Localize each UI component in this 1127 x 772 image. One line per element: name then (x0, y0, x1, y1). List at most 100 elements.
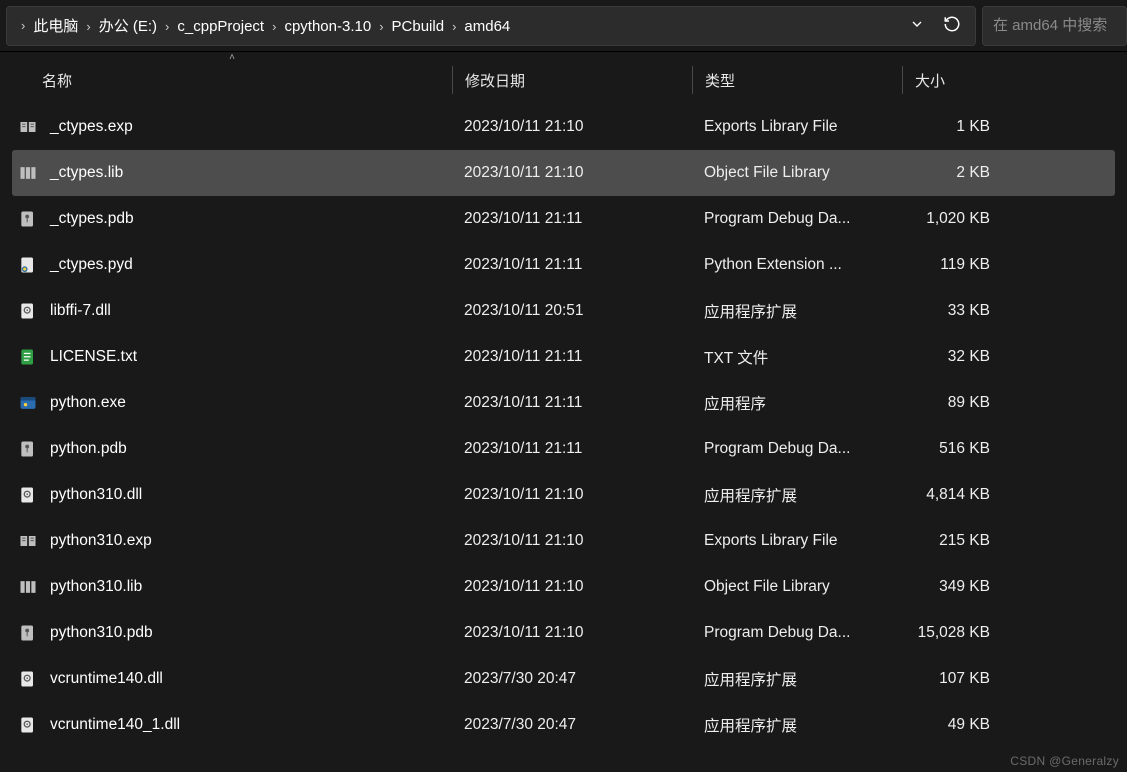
search-box[interactable] (982, 6, 1127, 46)
column-header-date[interactable]: 修改日期 (452, 66, 692, 94)
file-size: 119 KB (902, 256, 1022, 274)
file-date: 2023/10/11 21:11 (452, 210, 692, 228)
file-row[interactable]: _ctypes.lib 2023/10/11 21:10Object File L… (12, 150, 1115, 196)
breadcrumb-item[interactable]: 此电脑 (31, 14, 80, 39)
file-row[interactable]: python.exe 2023/10/11 21:11应用程序89 KB (12, 380, 1115, 426)
address-bar[interactable]: › 此电脑 › 办公 (E:) › c_cppProject › cpython-3.10 ›… (6, 6, 976, 46)
file-date: 2023/10/11 21:10 (452, 164, 692, 182)
file-name: vcruntime140_1.dll (50, 716, 180, 734)
sort-ascending-icon: ˄ (229, 52, 235, 63)
watermark: CSDN @Generalzy (1010, 754, 1119, 768)
pyd-file-icon (18, 255, 38, 275)
lib-file-icon (18, 577, 38, 597)
exp-file-icon (18, 531, 38, 551)
file-date: 2023/10/11 21:11 (452, 440, 692, 458)
file-size: 1,020 KB (902, 210, 1022, 228)
breadcrumb-item[interactable]: cpython-3.10 (282, 14, 373, 39)
file-size: 32 KB (902, 348, 1022, 366)
breadcrumb-item[interactable]: amd64 (462, 14, 512, 39)
column-header-name[interactable]: ˄ 名称 (12, 66, 452, 94)
chevron-right-icon: › (452, 19, 456, 34)
file-type: Program Debug Da... (692, 624, 902, 642)
file-row[interactable]: libffi-7.dll2023/10/11 20:51应用程序扩展33 KB (12, 288, 1115, 334)
file-size: 15,028 KB (902, 624, 1022, 642)
file-size: 215 KB (902, 532, 1022, 550)
file-row[interactable]: python.pdb 2023/10/11 21:11Program Debug … (12, 426, 1115, 472)
file-row[interactable]: LICENSE.txt2023/10/11 21:11TXT 文件32 KB (12, 334, 1115, 380)
file-row[interactable]: python310.dll 2023/10/11 21:10应用程序扩展4,814… (12, 472, 1115, 518)
file-row[interactable]: _ctypes.pdb 2023/10/11 21:11Program Debug… (12, 196, 1115, 242)
file-size: 89 KB (902, 394, 1022, 412)
file-name: python310.lib (50, 578, 142, 596)
dll-file-icon (18, 301, 38, 321)
column-header-size[interactable]: 大小 (902, 66, 1022, 94)
breadcrumb-item[interactable]: PCbuild (390, 14, 447, 39)
file-size: 33 KB (902, 302, 1022, 320)
pdb-file-icon (18, 209, 38, 229)
file-date: 2023/10/11 21:11 (452, 348, 692, 366)
exe-file-icon (18, 393, 38, 413)
file-name: _ctypes.exp (50, 118, 133, 136)
file-date: 2023/10/11 21:11 (452, 394, 692, 412)
file-type: Object File Library (692, 164, 902, 182)
file-type: Program Debug Da... (692, 440, 902, 458)
file-size: 49 KB (902, 716, 1022, 734)
chevron-right-icon: › (86, 19, 90, 34)
dll-file-icon (18, 485, 38, 505)
file-date: 2023/10/11 21:11 (452, 256, 692, 274)
file-date: 2023/10/11 21:10 (452, 624, 692, 642)
file-type: 应用程序扩展 (692, 714, 902, 736)
file-row[interactable]: _ctypes.pyd2023/10/11 21:11Python Extens… (12, 242, 1115, 288)
file-name: python310.dll (50, 486, 142, 504)
file-type: Object File Library (692, 578, 902, 596)
file-type: 应用程序扩展 (692, 300, 902, 322)
file-type: 应用程序 (692, 392, 902, 414)
file-row[interactable]: python310.exp2023/10/11 21:10Exports Lib… (12, 518, 1115, 564)
file-list-pane: ˄ 名称 修改日期 类型 大小 _ctypes.exp 2023/10/11 21… (0, 52, 1127, 748)
chevron-down-icon[interactable] (909, 16, 925, 35)
file-row[interactable]: vcruntime140.dll 2023/7/30 20:47应用程序扩展107… (12, 656, 1115, 702)
file-size: 349 KB (902, 578, 1022, 596)
file-row[interactable]: python310.pdb2023/10/11 21:10Program Deb… (12, 610, 1115, 656)
pdb-file-icon (18, 623, 38, 643)
file-type: Exports Library File (692, 118, 902, 136)
file-size: 4,814 KB (902, 486, 1022, 504)
breadcrumb-item[interactable]: c_cppProject (175, 14, 266, 39)
file-date: 2023/10/11 21:10 (452, 486, 692, 504)
file-name: LICENSE.txt (50, 348, 137, 366)
breadcrumb-item[interactable]: 办公 (E:) (97, 14, 159, 39)
chevron-right-icon: › (21, 18, 25, 33)
file-row[interactable]: vcruntime140_1.dll 2023/7/30 20:47应用程序扩展4… (12, 702, 1115, 748)
file-date: 2023/10/11 21:10 (452, 578, 692, 596)
column-header-type[interactable]: 类型 (692, 66, 902, 94)
exp-file-icon (18, 117, 38, 137)
file-name: python.pdb (50, 440, 127, 458)
file-size: 2 KB (902, 164, 1022, 182)
file-size: 107 KB (902, 670, 1022, 688)
toolbar: › 此电脑 › 办公 (E:) › c_cppProject › cpython-3.10 ›… (0, 0, 1127, 52)
file-type: Program Debug Da... (692, 210, 902, 228)
file-date: 2023/10/11 21:10 (452, 532, 692, 550)
file-row[interactable]: python310.lib 2023/10/11 21:10Object File… (12, 564, 1115, 610)
file-name: python.exe (50, 394, 126, 412)
chevron-right-icon: › (379, 19, 383, 34)
search-input[interactable] (993, 17, 1116, 34)
chevron-right-icon: › (272, 19, 276, 34)
file-name: _ctypes.pdb (50, 210, 134, 228)
file-date: 2023/10/11 20:51 (452, 302, 692, 320)
file-date: 2023/10/11 21:10 (452, 118, 692, 136)
file-name: vcruntime140.dll (50, 670, 163, 688)
file-date: 2023/7/30 20:47 (452, 716, 692, 734)
file-size: 1 KB (902, 118, 1022, 136)
file-date: 2023/7/30 20:47 (452, 670, 692, 688)
file-type: 应用程序扩展 (692, 668, 902, 690)
txt-file-icon (18, 347, 38, 367)
file-name: _ctypes.lib (50, 164, 123, 182)
file-type: 应用程序扩展 (692, 484, 902, 506)
file-row[interactable]: _ctypes.exp 2023/10/11 21:10Exports Libra… (12, 104, 1115, 150)
file-name: _ctypes.pyd (50, 256, 133, 274)
file-type: Exports Library File (692, 532, 902, 550)
lib-file-icon (18, 163, 38, 183)
dll-file-icon (18, 669, 38, 689)
refresh-icon[interactable] (943, 15, 961, 37)
